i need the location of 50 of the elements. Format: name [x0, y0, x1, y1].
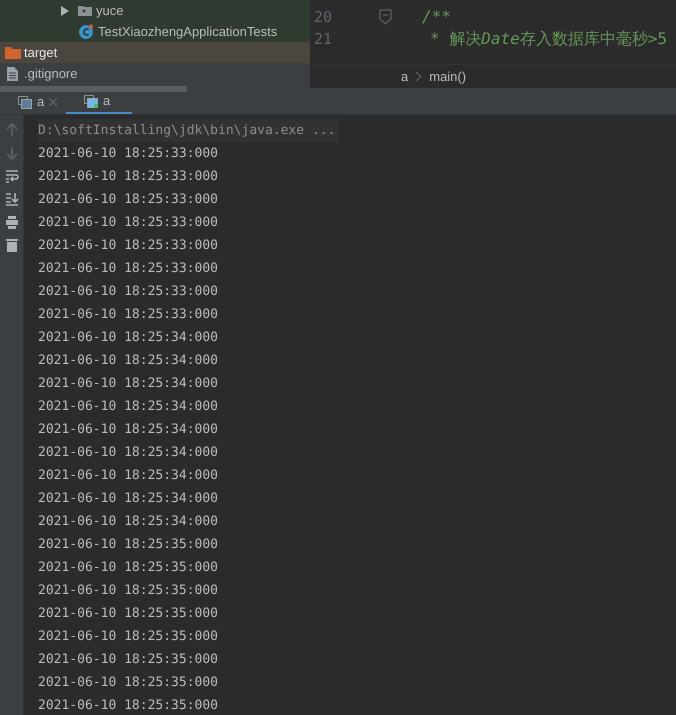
console-line: 2021-06-10 18:25:35:000 — [38, 697, 218, 715]
chevron-icon — [416, 72, 422, 81]
tree-item[interactable]: TestXiaozhengApplicationTests — [0, 21, 310, 42]
console-icon — [84, 94, 98, 108]
console-line: 2021-06-10 18:25:34:000 — [38, 444, 218, 462]
console-line: 2021-06-10 18:25:35:000 — [38, 651, 218, 669]
console-line: 2021-06-10 18:25:33:000 — [38, 283, 218, 301]
console-line: 2021-06-10 18:25:35:000 — [38, 536, 218, 554]
console-line: 2021-06-10 18:25:33:000 — [38, 306, 218, 324]
line-number: 20 — [313, 6, 334, 28]
console-line: 2021-06-10 18:25:34:000 — [38, 329, 218, 347]
console-line: 2021-06-10 18:25:34:000 — [38, 513, 218, 531]
class-icon — [79, 24, 94, 39]
breadcrumb[interactable]: main() — [429, 66, 466, 86]
scroll-to-end-icon[interactable] — [4, 192, 18, 206]
console-line: 2021-06-10 18:25:33:000 — [38, 260, 218, 278]
console-line: 2021-06-10 18:25:35:000 — [38, 582, 218, 600]
file-icon — [7, 66, 18, 80]
tree-item[interactable]: target — [0, 42, 310, 63]
soft-wrap-icon[interactable] — [4, 169, 18, 183]
console-line: 2021-06-10 18:25:34:000 — [38, 375, 218, 393]
trash-icon[interactable] — [6, 238, 18, 252]
scrollbar-thumb[interactable] — [0, 86, 187, 92]
console-line: 2021-06-10 18:25:35:000 — [38, 628, 218, 646]
fold-icon[interactable] — [379, 9, 392, 25]
console-line: 2021-06-10 18:25:35:000 — [38, 559, 218, 577]
console-line: 2021-06-10 18:25:33:000 — [38, 237, 218, 255]
breadcrumb[interactable]: a — [401, 66, 408, 86]
package-icon — [78, 5, 92, 16]
console-line: 2021-06-10 18:25:34:000 — [38, 398, 218, 416]
console-line: 2021-06-10 18:25:35:000 — [38, 674, 218, 692]
code-comment: * 解决Date存入数据库中毫秒>5 — [429, 28, 668, 50]
arrow-icon[interactable] — [61, 6, 69, 16]
print-icon[interactable] — [4, 215, 18, 229]
console-command: D:\softInstalling\jdk\bin\java.exe ... — [38, 119, 340, 142]
console-line: 2021-06-10 18:25:34:000 — [38, 490, 218, 508]
console-line: 2021-06-10 18:25:34:000 — [38, 467, 218, 485]
console-icon — [18, 96, 32, 108]
folder-icon — [5, 46, 21, 58]
console-line: 2021-06-10 18:25:34:000 — [38, 421, 218, 439]
tree-item[interactable]: yuce — [0, 0, 310, 21]
tree-item[interactable]: .gitignore — [0, 63, 310, 84]
console-line: 2021-06-10 18:25:35:000 — [38, 605, 218, 623]
console-line: 2021-06-10 18:25:33:000 — [38, 214, 218, 232]
code-comment: /** — [422, 6, 451, 28]
console-line: 2021-06-10 18:25:33:000 — [38, 168, 218, 186]
console-line: 2021-06-10 18:25:33:000 — [38, 191, 218, 209]
console-line: 2021-06-10 18:25:34:000 — [38, 352, 218, 370]
console-line: 2021-06-10 18:25:33:000 — [38, 145, 218, 163]
line-number: 21 — [313, 28, 334, 50]
